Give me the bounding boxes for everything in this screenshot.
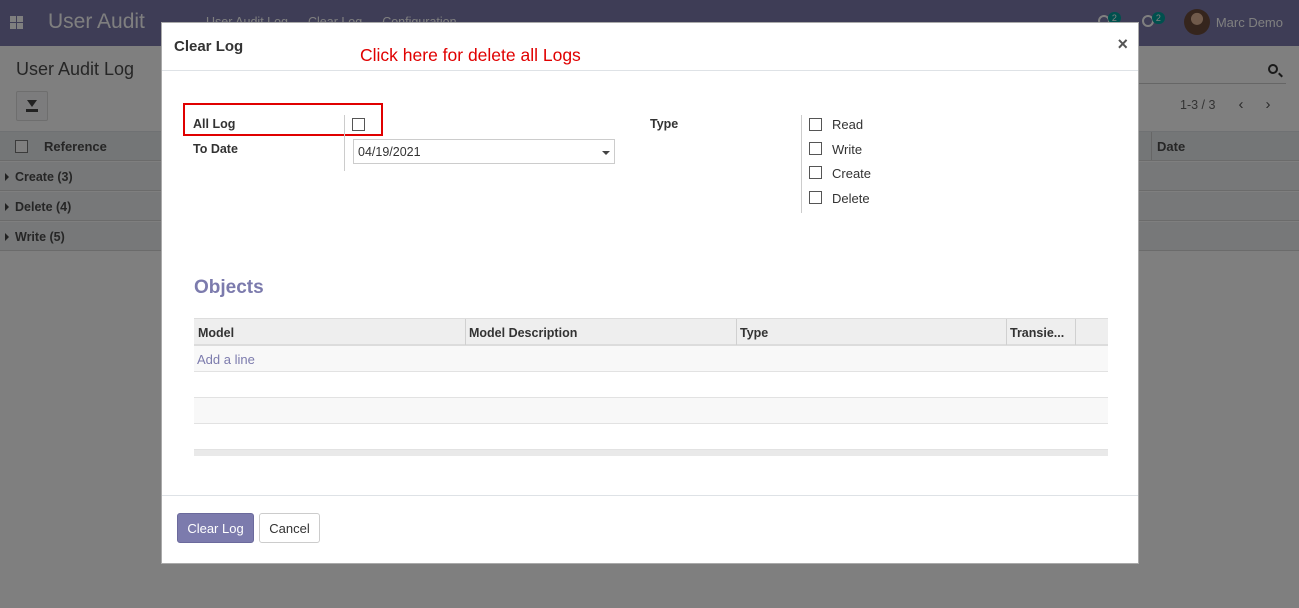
type-delete-label: Delete — [832, 191, 870, 206]
type-create-label: Create — [832, 166, 872, 181]
type-delete-checkbox[interactable] — [809, 191, 822, 204]
table-row — [194, 398, 1108, 424]
to-date-label: To Date — [193, 142, 238, 156]
dropdown-icon[interactable] — [602, 151, 610, 155]
annotation-text: Click here for delete all Logs — [360, 45, 581, 65]
field-divider — [344, 115, 345, 171]
objects-table-header: Model Model Description Type Transie... — [194, 318, 1108, 346]
column-divider — [1006, 319, 1007, 345]
column-model-description[interactable]: Model Description — [469, 326, 577, 340]
objects-table: Model Model Description Type Transie... … — [194, 318, 1108, 456]
type-read-checkbox[interactable] — [809, 118, 822, 131]
all-log-label: All Log — [193, 117, 236, 131]
clear-log-button[interactable]: Clear Log — [177, 513, 254, 543]
all-log-checkbox[interactable] — [352, 118, 365, 131]
cancel-button[interactable]: Cancel — [259, 513, 320, 543]
add-line-link[interactable]: Add a line — [197, 352, 255, 367]
to-date-field[interactable]: 04/19/2021 — [353, 139, 615, 164]
table-row — [194, 424, 1108, 450]
type-create-checkbox[interactable] — [809, 166, 822, 179]
column-divider — [1075, 319, 1076, 345]
table-row — [194, 372, 1108, 398]
type-label: Type — [650, 117, 679, 131]
column-divider — [736, 319, 737, 345]
modal-header: Clear Log Click here for delete all Logs… — [162, 23, 1138, 71]
modal-footer: Clear Log Cancel — [162, 495, 1138, 563]
clear-log-dialog: Clear Log Click here for delete all Logs… — [161, 22, 1139, 564]
objects-section-title: Objects — [194, 277, 264, 298]
modal-title: Clear Log — [174, 38, 244, 55]
field-divider — [801, 115, 802, 213]
to-date-value: 04/19/2021 — [358, 145, 421, 159]
column-model[interactable]: Model — [198, 326, 234, 340]
type-write-label: Write — [832, 142, 863, 157]
type-read-label: Read — [832, 117, 864, 132]
close-icon[interactable]: × — [1117, 34, 1128, 55]
column-transient[interactable]: Transie... — [1010, 326, 1064, 340]
column-divider — [465, 319, 466, 345]
table-footer — [194, 450, 1108, 456]
table-row: Add a line — [194, 346, 1108, 372]
type-write-checkbox[interactable] — [809, 142, 822, 155]
column-type[interactable]: Type — [740, 326, 768, 340]
